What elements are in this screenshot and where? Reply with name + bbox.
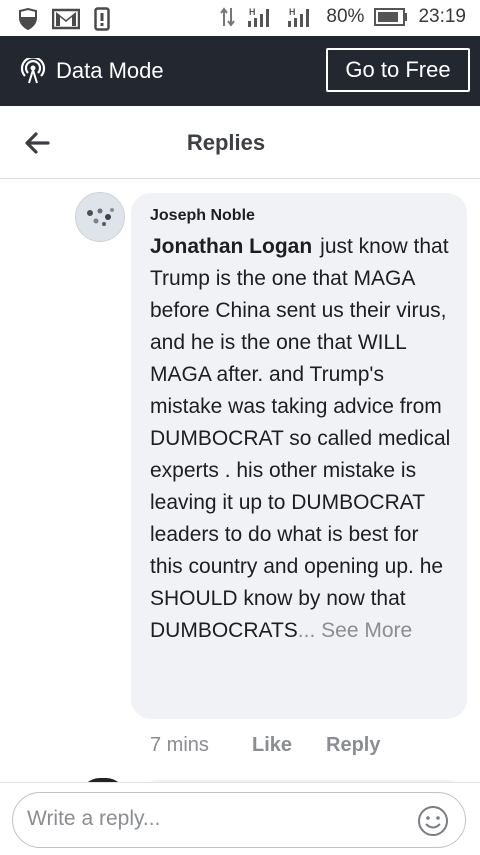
page-title: Replies [186, 130, 266, 155]
status-left-icons [18, 7, 110, 31]
gmail-icon [52, 8, 80, 30]
data-arrows-icon [220, 7, 236, 27]
signal-icon: H [248, 7, 270, 27]
data-mode-bar: Data Mode Go to Free [0, 36, 480, 106]
clock: 23:19 [418, 6, 466, 27]
comment-time: 7 mins [150, 734, 209, 756]
go-to-free-button[interactable]: Go to Free [326, 48, 470, 92]
comment-bubble[interactable]: Joseph Noble Jonathan Logan just know tha… [131, 193, 467, 719]
tagged-user[interactable]: Jonathan Logan [150, 235, 312, 258]
truncation-ellipsis: ... [297, 619, 316, 642]
battery-percent: 80% [326, 6, 365, 27]
signal-icon: H [288, 7, 310, 27]
reply-button[interactable]: Reply [326, 734, 380, 757]
like-button[interactable]: Like [252, 734, 292, 757]
data-mode-label: Data Mode [56, 58, 164, 83]
replies-header: Replies [0, 106, 480, 179]
see-more-link[interactable]: See More [321, 619, 412, 642]
status-bar: H H 80% 23:19 [0, 0, 480, 36]
phone-icon [94, 7, 110, 31]
reply-bar: Write a reply... [0, 782, 480, 855]
emoji-icon[interactable] [417, 805, 449, 837]
status-right-icons: H H 80% 23:19 [220, 6, 466, 28]
svg-text:H: H [289, 7, 296, 17]
reply-placeholder: Write a reply... [27, 807, 161, 830]
battery-icon [374, 8, 408, 26]
avatar-image [76, 193, 124, 241]
reply-input[interactable]: Write a reply... [12, 792, 466, 848]
shield-icon [19, 8, 37, 30]
svg-text:H: H [249, 7, 256, 17]
comment-author[interactable]: Joseph Noble [150, 207, 255, 225]
comment-text: Jonathan Logan just know that Trump is th… [150, 231, 455, 647]
avatar[interactable] [75, 192, 125, 242]
broadcast-icon [20, 58, 46, 84]
comment-body: just know that Trump is the one that MAG… [150, 235, 451, 642]
